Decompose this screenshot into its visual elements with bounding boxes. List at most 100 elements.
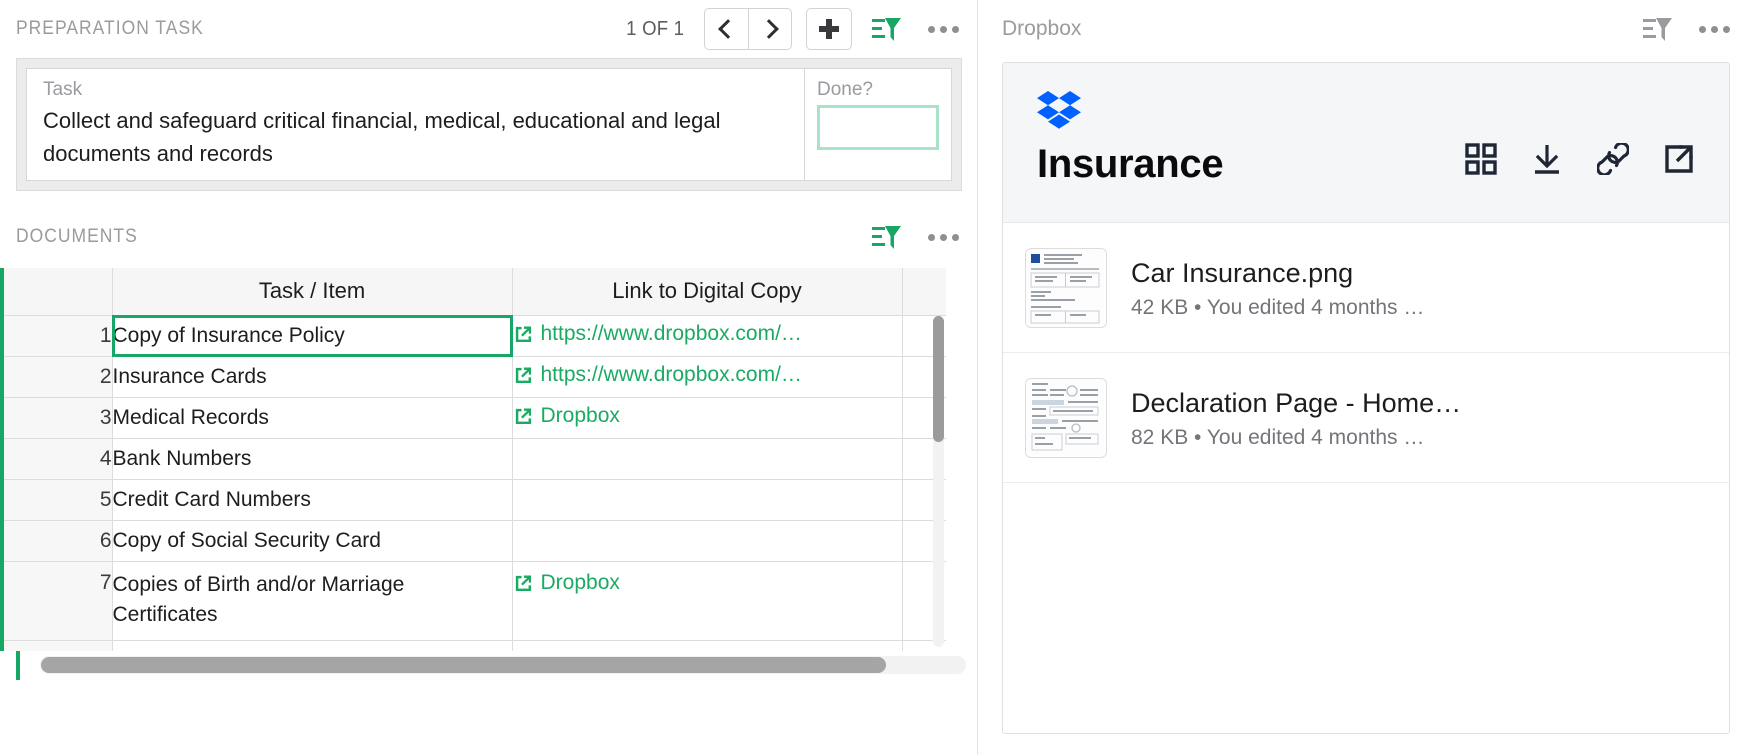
cell-link[interactable]: https://www.dropbox.com/…: [512, 315, 903, 357]
dot-1: [928, 233, 935, 241]
filter-icon: [872, 18, 901, 41]
filter-icon: [872, 226, 901, 249]
table-row[interactable]: 2 Insurance Cards https://www.dropbox.co…: [4, 356, 946, 398]
task-record-container: Task Collect and safeguard critical fina…: [16, 58, 962, 191]
done-field: Done?: [805, 69, 951, 180]
cell-link[interactable]: [512, 479, 903, 521]
task-more-button[interactable]: [928, 25, 959, 33]
digital-copy-link[interactable]: Dropbox: [513, 571, 620, 595]
dot-1: [928, 25, 935, 33]
done-field-label: Done?: [817, 79, 873, 100]
digital-copy-link[interactable]: https://www.dropbox.com/…: [513, 363, 802, 387]
grid-view-icon[interactable]: [1465, 143, 1497, 175]
cell-task-item[interactable]: [112, 640, 513, 651]
next-record-button[interactable]: [748, 8, 792, 50]
cell-task-item[interactable]: Copy of Insurance Policy: [111, 314, 513, 357]
dropbox-header: Dropbox: [978, 0, 1752, 58]
cell-task-item[interactable]: Bank Numbers: [112, 438, 513, 480]
list-item[interactable]: Declaration Page - Home… 82 KB • You edi…: [1003, 353, 1729, 483]
external-link-icon: [515, 367, 531, 384]
list-item[interactable]: Car Insurance.png 42 KB • You edited 4 m…: [1003, 223, 1729, 353]
link-icon[interactable]: [1597, 143, 1629, 175]
row-number: 5: [4, 479, 113, 521]
documents-table: Task / Item Link to Digital Copy 1 Copy …: [4, 268, 946, 651]
file-thumbnail: [1025, 377, 1107, 458]
grid-horizontal-scroll-area: [16, 651, 966, 680]
cell-link[interactable]: Dropbox: [512, 397, 903, 439]
cell-task-item-text: Copy of Insurance Policy: [112, 323, 345, 347]
preparation-task-header: PREPARATION TASK 1 OF 1: [0, 0, 977, 58]
digital-copy-link[interactable]: Dropbox: [513, 404, 620, 428]
cell-task-item[interactable]: Copy of Social Security Card: [112, 520, 513, 562]
file-meta-text: 82 KB • You edited 4 months …: [1131, 425, 1425, 449]
row-number: 1: [4, 315, 113, 357]
documents-more-button[interactable]: [928, 233, 959, 241]
cell-task-item[interactable]: Credit Card Numbers: [112, 479, 513, 521]
grid-vertical-scrollbar-track[interactable]: [933, 316, 944, 647]
file-meta-text: 42 KB • You edited 4 months …: [1131, 295, 1425, 319]
file-name: Car Insurance.png: [1131, 257, 1354, 288]
table-row-partial[interactable]: [4, 640, 946, 651]
column-header-extra[interactable]: [902, 268, 946, 316]
task-filter-button[interactable]: [872, 16, 928, 42]
task-field-label: Task: [43, 79, 83, 100]
column-header-link[interactable]: Link to Digital Copy: [512, 268, 903, 316]
table-row[interactable]: 5 Credit Card Numbers: [4, 479, 946, 521]
dot-1: [1699, 25, 1706, 33]
document-preview-icon: [1026, 248, 1104, 325]
open-external-icon[interactable]: [1663, 143, 1695, 175]
plus-icon: [819, 19, 839, 39]
documents-filter-button[interactable]: [872, 224, 928, 250]
documents-header: DOCUMENTS: [0, 206, 977, 268]
table-row[interactable]: 1 Copy of Insurance Policy https://www.d…: [4, 314, 946, 357]
external-link-icon: [515, 408, 531, 425]
documents-title: DOCUMENTS: [16, 226, 138, 247]
column-header-rownum[interactable]: [4, 268, 113, 316]
download-icon[interactable]: [1531, 143, 1563, 175]
cell-link[interactable]: https://www.dropbox.com/…: [512, 356, 903, 398]
dot-3: [1723, 25, 1730, 33]
cell-task-item[interactable]: Copies of Birth and/or Marriage Certific…: [112, 561, 513, 641]
document-preview-icon: [1026, 378, 1104, 455]
grid-vertical-scrollbar-thumb[interactable]: [933, 316, 944, 442]
file-details: Declaration Page - Home… 82 KB • You edi…: [1131, 386, 1461, 450]
cell-link[interactable]: [512, 520, 903, 562]
digital-copy-link[interactable]: https://www.dropbox.com/…: [513, 322, 802, 346]
dot-2: [940, 25, 947, 33]
add-record-button[interactable]: [806, 8, 852, 50]
table-row[interactable]: 7 Copies of Birth and/or Marriage Certif…: [4, 561, 946, 641]
cell-link[interactable]: [512, 640, 903, 651]
table-row[interactable]: 6 Copy of Social Security Card: [4, 520, 946, 562]
dropbox-action-bar: [1465, 143, 1695, 175]
dropbox-more-button[interactable]: [1699, 25, 1730, 33]
grid-horizontal-scrollbar-track[interactable]: [40, 656, 966, 674]
cell-link[interactable]: [512, 438, 903, 480]
cell-task-item[interactable]: Medical Records: [112, 397, 513, 439]
table-row[interactable]: 3 Medical Records Dropbox: [4, 397, 946, 439]
chevron-right-icon: [758, 19, 779, 39]
row-number: 4: [4, 438, 113, 480]
external-link-icon: [515, 326, 531, 343]
previous-record-button[interactable]: [704, 8, 748, 50]
table-header-row: Task / Item Link to Digital Copy: [4, 268, 946, 316]
dot-2: [1711, 25, 1718, 33]
column-header-task-item[interactable]: Task / Item: [112, 268, 513, 316]
file-name: Declaration Page - Home…: [1131, 387, 1462, 418]
cell-link[interactable]: Dropbox: [512, 561, 903, 641]
preparation-task-pane: PREPARATION TASK 1 OF 1 Task Collect and…: [0, 0, 978, 755]
task-field[interactable]: Task Collect and safeguard critical fina…: [27, 69, 805, 180]
row-number: 7: [4, 561, 113, 641]
file-thumbnail: [1025, 247, 1107, 328]
dot-3: [952, 233, 959, 241]
dropbox-filter-button[interactable]: [1643, 16, 1699, 42]
task-field-value: Collect and safeguard critical financial…: [43, 108, 721, 166]
filter-icon: [1643, 18, 1672, 41]
cell-task-item[interactable]: Insurance Cards: [112, 356, 513, 398]
record-counter: 1 OF 1: [625, 17, 684, 40]
row-number: 3: [4, 397, 113, 439]
grid-horizontal-scrollbar-thumb[interactable]: [41, 657, 886, 673]
table-body: 1 Copy of Insurance Policy https://www.d…: [4, 314, 946, 651]
task-record-card: Task Collect and safeguard critical fina…: [26, 68, 952, 181]
table-row[interactable]: 4 Bank Numbers: [4, 438, 946, 480]
done-checkbox-input[interactable]: [817, 105, 939, 150]
